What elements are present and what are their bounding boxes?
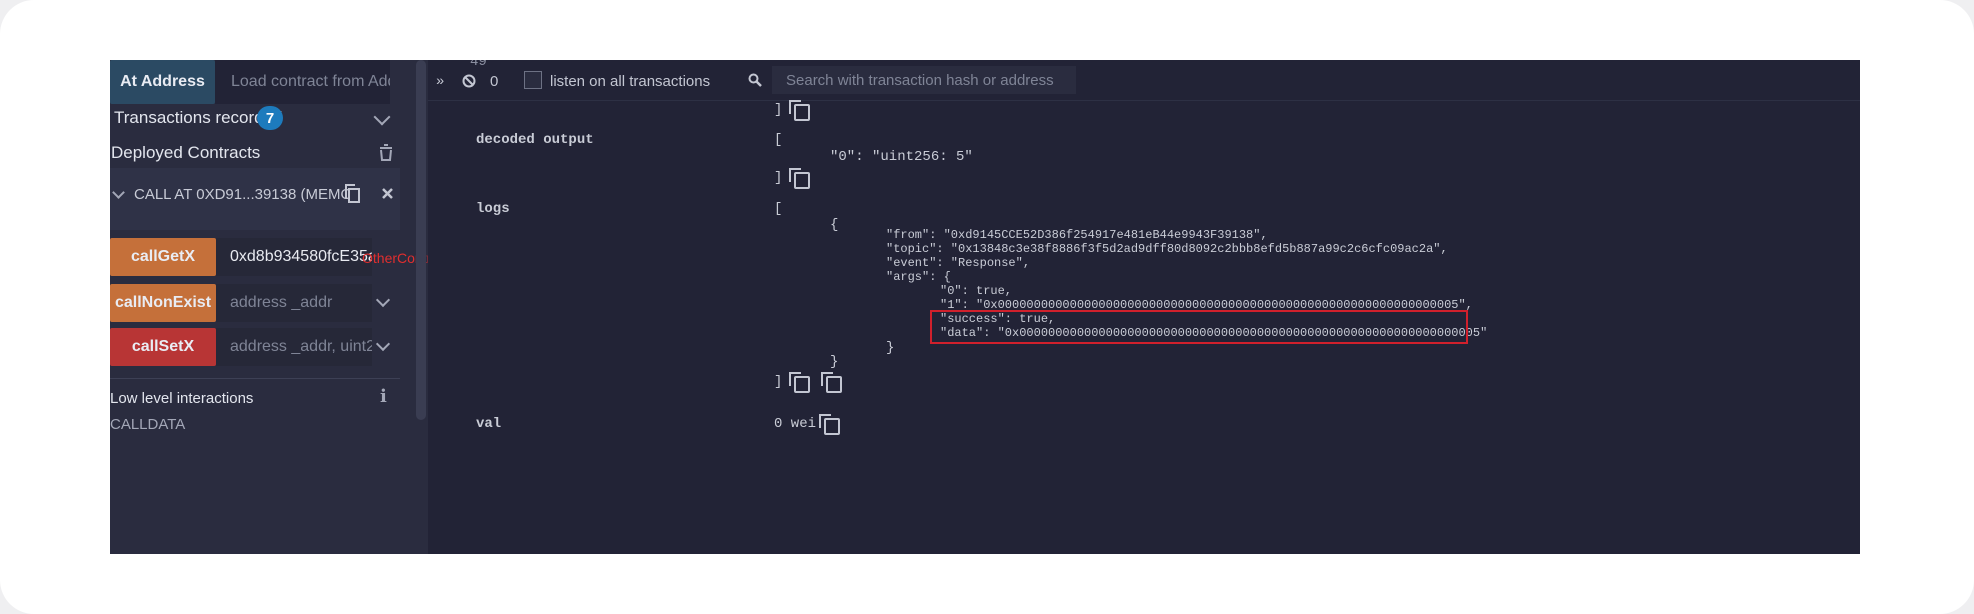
decoded-output-label: decoded output (476, 132, 594, 148)
callgetx-button[interactable]: callGetX (110, 238, 216, 276)
calldata-label: CALLDATA (110, 416, 186, 433)
callnonexist-input[interactable]: address _addr (216, 284, 372, 322)
copy-logs-icon[interactable] (789, 372, 810, 393)
copy-val-icon[interactable] (819, 414, 840, 435)
listen-label: listen on all transactions (550, 73, 711, 90)
instance-title: CALL AT 0XD91...39138 (MEMORY (134, 186, 349, 203)
copy-top-icon[interactable] (789, 100, 810, 121)
top-bracket-close: ] (774, 102, 783, 118)
divider (110, 378, 400, 379)
callsetx-input[interactable]: address _addr, uint256 (216, 328, 372, 366)
logs-obj-close: } (830, 354, 839, 370)
decoded-close: ] (774, 170, 783, 186)
decoded-open: [ (774, 132, 783, 148)
log-line-topic: "topic": "0x13848c3e38f8886f3f5d2ad9dff8… (886, 242, 1448, 256)
val-value: 0 wei (774, 416, 817, 432)
low-level-interactions-label: Low level interactions (110, 390, 254, 407)
remix-app: At Address Load contract from Addre Tran… (110, 60, 1860, 554)
val-label: val (476, 416, 502, 432)
callgetx-input[interactable]: 0xd8b934580fcE35a1 (216, 238, 372, 276)
trash-icon[interactable] (378, 143, 394, 161)
logs-close: ] (774, 374, 783, 390)
screenshot-card: At Address Load contract from Addre Tran… (0, 0, 1974, 614)
callsetx-button[interactable]: callSetX (110, 328, 216, 366)
decoded-value: "0": "uint256: 5" (830, 149, 973, 165)
args-close: } (886, 340, 895, 356)
terminal-panel: 49 » 0 listen on all transactions Search… (428, 60, 1860, 554)
search-icon (748, 73, 762, 87)
logs-obj-open: { (830, 217, 839, 233)
at-address-button[interactable]: At Address (110, 60, 215, 104)
log-line-event: "event": "Response", (886, 256, 1031, 270)
terminal-toolbar: 49 » 0 listen on all transactions Search… (428, 60, 1860, 100)
deployed-contracts-label: Deployed Contracts (111, 143, 261, 162)
callnonexist-button[interactable]: callNonExist (110, 284, 216, 322)
close-instance-icon[interactable] (381, 187, 394, 200)
callnonexist-expand-icon[interactable] (375, 292, 391, 308)
logs-label: logs (476, 201, 510, 217)
logs-open: [ (774, 201, 783, 217)
deployed-instance-row: CALL AT 0XD91...39138 (MEMORY (110, 168, 400, 230)
left-panel-scrollbar[interactable] (416, 60, 426, 420)
copy-address-icon[interactable] (344, 184, 360, 204)
listen-checkbox[interactable] (524, 71, 542, 89)
clear-console-icon[interactable] (462, 74, 476, 88)
highlight-box (930, 310, 1468, 344)
at-address-input[interactable]: Load contract from Addre (215, 60, 390, 104)
callsetx-expand-icon[interactable] (375, 336, 391, 352)
info-icon[interactable]: i (380, 386, 387, 407)
arg-line-0: "0": true, (940, 284, 1013, 298)
log-line-args: "args": { (886, 270, 951, 284)
copy-decoded-icon[interactable] (789, 168, 810, 189)
toolbar-divider (428, 100, 1860, 101)
log-line-from: "from": "0xd9145CCE52D386f254917e481eB44… (886, 228, 1268, 242)
transactions-count-badge: 7 (257, 106, 283, 130)
line-number: 49 (470, 60, 487, 70)
instance-chevron-down-icon[interactable] (112, 186, 125, 199)
collapse-terminal-icon[interactable]: » (436, 74, 444, 91)
copy-logs-icon-2[interactable] (821, 372, 842, 393)
pending-tx-count: 0 (490, 73, 499, 90)
tx-search-input[interactable]: Search with transaction hash or address (772, 66, 1076, 94)
transactions-chevron-down-icon[interactable] (373, 108, 391, 126)
